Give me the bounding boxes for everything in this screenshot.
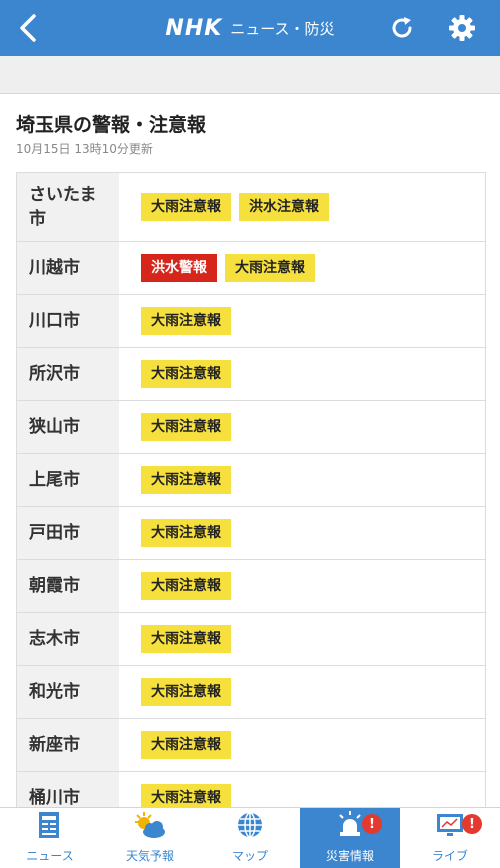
warning-list: 大雨注意報 xyxy=(119,401,485,453)
warning-list: 大雨注意報 xyxy=(119,295,485,347)
warnings-table: さいたま市 大雨注意報 洪水注意報 川越市 洪水警報 大雨注意報 川口市 大雨注意報 所沢市 大雨… xyxy=(16,172,486,825)
gear-icon xyxy=(449,15,475,41)
table-row: 上尾市 大雨注意報 xyxy=(17,454,485,507)
city-name: 志木市 xyxy=(17,613,119,665)
warning-list: 大雨注意報 xyxy=(119,719,485,771)
advisory-badge[interactable]: 大雨注意報 xyxy=(141,360,231,388)
advisory-badge[interactable]: 大雨注意報 xyxy=(141,625,231,653)
city-name: さいたま市 xyxy=(17,173,119,241)
advisory-badge[interactable]: 大雨注意報 xyxy=(141,466,231,494)
table-row: 志木市 大雨注意報 xyxy=(17,613,485,666)
brand-logo: NHK xyxy=(165,15,223,41)
warning-list: 大雨注意報 xyxy=(119,454,485,506)
table-row: 川口市 大雨注意報 xyxy=(17,295,485,348)
advisory-badge[interactable]: 大雨注意報 xyxy=(225,254,315,282)
warning-list: 大雨注意報 xyxy=(119,348,485,400)
section-title: ニュース・防災 xyxy=(230,19,335,38)
chevron-left-icon xyxy=(20,14,36,42)
nav-label: ライブ xyxy=(431,849,468,863)
warning-list: 大雨注意報 xyxy=(119,507,485,559)
newspaper-icon xyxy=(36,810,64,843)
advisory-badge[interactable]: 大雨注意報 xyxy=(141,678,231,706)
nav-item-weather[interactable]: 天気予報 xyxy=(100,808,200,868)
city-name: 川口市 xyxy=(17,295,119,347)
nav-item-disaster[interactable]: 災害情報! xyxy=(300,808,400,868)
city-name: 戸田市 xyxy=(17,507,119,559)
nav-label: マップ xyxy=(231,849,268,863)
header-title: NHK ニュース・防災 xyxy=(0,0,500,56)
city-name: 和光市 xyxy=(17,666,119,718)
globe-icon xyxy=(235,810,265,843)
updated-timestamp: 10月15日 13時10分更新 xyxy=(16,142,153,156)
advisory-badge[interactable]: 大雨注意報 xyxy=(141,731,231,759)
warning-list: 洪水警報 大雨注意報 xyxy=(119,242,485,294)
city-name: 狭山市 xyxy=(17,401,119,453)
city-name: 所沢市 xyxy=(17,348,119,400)
nav-label: ニュース xyxy=(26,849,74,863)
city-name: 上尾市 xyxy=(17,454,119,506)
table-row: 和光市 大雨注意報 xyxy=(17,666,485,719)
settings-button[interactable] xyxy=(442,8,482,48)
city-name: 朝霞市 xyxy=(17,560,119,612)
alert-badge: ! xyxy=(462,814,482,834)
table-row: さいたま市 大雨注意報 洪水注意報 xyxy=(17,173,485,242)
nav-label: 災害情報 xyxy=(325,849,374,863)
toolbar-band xyxy=(0,56,500,94)
back-button[interactable] xyxy=(8,8,48,48)
advisory-badge[interactable]: 大雨注意報 xyxy=(141,572,231,600)
nav-item-map[interactable]: マップ xyxy=(200,808,300,868)
reload-button[interactable] xyxy=(382,8,422,48)
advisory-badge[interactable]: 洪水注意報 xyxy=(239,193,329,221)
reload-icon xyxy=(392,17,412,38)
city-name: 川越市 xyxy=(17,242,119,294)
table-row: 新座市 大雨注意報 xyxy=(17,719,485,772)
advisory-badge[interactable]: 大雨注意報 xyxy=(141,413,231,441)
warning-list: 大雨注意報 xyxy=(119,666,485,718)
alert-badge: ! xyxy=(362,814,382,834)
warning-list: 大雨注意報 xyxy=(119,613,485,665)
nav-item-live[interactable]: ライブ! xyxy=(400,808,500,868)
weather-icon xyxy=(132,810,168,843)
nav-item-news[interactable]: ニュース xyxy=(0,808,100,868)
table-row: 狭山市 大雨注意報 xyxy=(17,401,485,454)
bottom-nav: ニュース 天気予報 マップ 災害情報! ライブ! xyxy=(0,807,500,868)
table-row: 戸田市 大雨注意報 xyxy=(17,507,485,560)
table-row: 川越市 洪水警報 大雨注意報 xyxy=(17,242,485,295)
warning-list: 大雨注意報 xyxy=(119,560,485,612)
advisory-badge[interactable]: 大雨注意報 xyxy=(141,307,231,335)
city-name: 新座市 xyxy=(17,719,119,771)
siren-icon xyxy=(334,810,366,843)
advisory-badge[interactable]: 大雨注意報 xyxy=(141,193,231,221)
warning-badge[interactable]: 洪水警報 xyxy=(141,254,217,282)
live-tv-icon xyxy=(434,810,466,843)
warning-list: 大雨注意報 洪水注意報 xyxy=(119,173,485,241)
advisory-badge[interactable]: 大雨注意報 xyxy=(141,519,231,547)
table-row: 朝霞市 大雨注意報 xyxy=(17,560,485,613)
app-header: NHK ニュース・防災 xyxy=(0,0,500,56)
nav-label: 天気予報 xyxy=(125,849,174,863)
table-row: 所沢市 大雨注意報 xyxy=(17,348,485,401)
page-title: 埼玉県の警報・注意報 xyxy=(16,114,207,136)
